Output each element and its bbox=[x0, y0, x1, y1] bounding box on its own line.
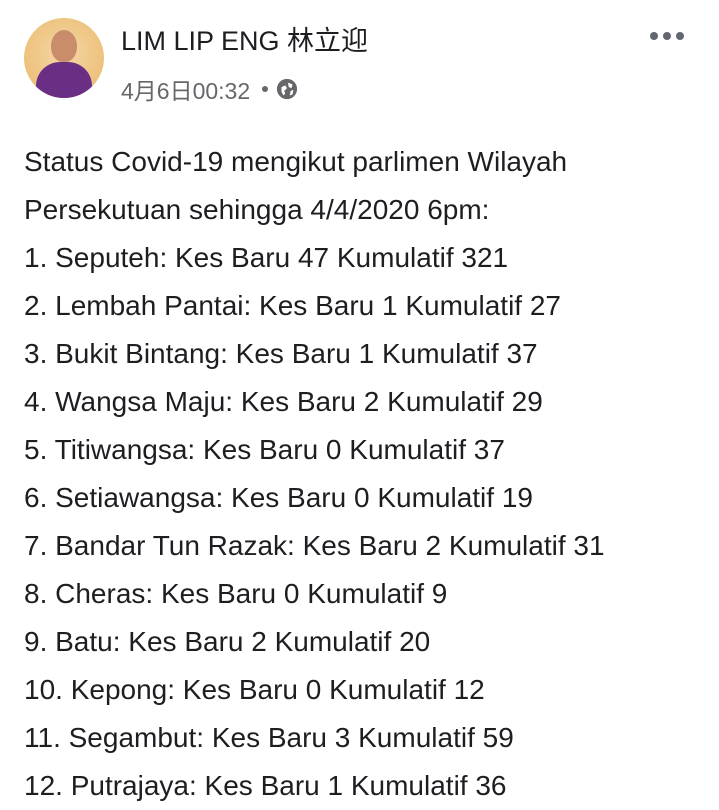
more-dot-icon bbox=[663, 32, 671, 40]
author-name[interactable]: LIM LIP ENG 林立迎 bbox=[121, 24, 368, 58]
avatar-head bbox=[51, 30, 77, 62]
post-line: 11. Segambut: Kes Baru 3 Kumulatif 59 bbox=[24, 722, 514, 753]
avatar[interactable] bbox=[24, 18, 104, 98]
post-line: 9. Batu: Kes Baru 2 Kumulatif 20 bbox=[24, 626, 431, 657]
post-line: Status Covid-19 mengikut parlimen Wilaya… bbox=[24, 146, 568, 177]
post-meta: 4月6日00:32 bbox=[121, 74, 298, 104]
post-body: Status Covid-19 mengikut parlimen Wilaya… bbox=[24, 138, 714, 810]
post-line: 6. Setiawangsa: Kes Baru 0 Kumulatif 19 bbox=[24, 482, 533, 513]
post-line: 8. Cheras: Kes Baru 0 Kumulatif 9 bbox=[24, 578, 448, 609]
post-line: 5. Titiwangsa: Kes Baru 0 Kumulatif 37 bbox=[24, 434, 505, 465]
post-line: 10. Kepong: Kes Baru 0 Kumulatif 12 bbox=[24, 674, 485, 705]
more-dot-icon bbox=[676, 32, 684, 40]
post-line: 4. Wangsa Maju: Kes Baru 2 Kumulatif 29 bbox=[24, 386, 543, 417]
post-header: LIM LIP ENG 林立迎 4月6日00:32 bbox=[0, 0, 719, 120]
post-timestamp[interactable]: 4月6日00:32 bbox=[121, 72, 250, 106]
separator-dot bbox=[262, 86, 269, 92]
more-dot-icon bbox=[650, 32, 658, 40]
post-line: 2. Lembah Pantai: Kes Baru 1 Kumulatif 2… bbox=[24, 290, 561, 321]
post-line: Persekutuan sehingga 4/4/2020 6pm: bbox=[24, 194, 490, 225]
globe-icon[interactable] bbox=[276, 78, 298, 100]
post-line: 7. Bandar Tun Razak: Kes Baru 2 Kumulati… bbox=[24, 530, 605, 561]
avatar-body bbox=[36, 62, 92, 98]
post-line: 1. Seputeh: Kes Baru 47 Kumulatif 321 bbox=[24, 242, 509, 273]
more-options-button[interactable] bbox=[646, 20, 688, 52]
post-line: 3. Bukit Bintang: Kes Baru 1 Kumulatif 3… bbox=[24, 338, 538, 369]
post-line: 12. Putrajaya: Kes Baru 1 Kumulatif 36 bbox=[24, 770, 507, 801]
